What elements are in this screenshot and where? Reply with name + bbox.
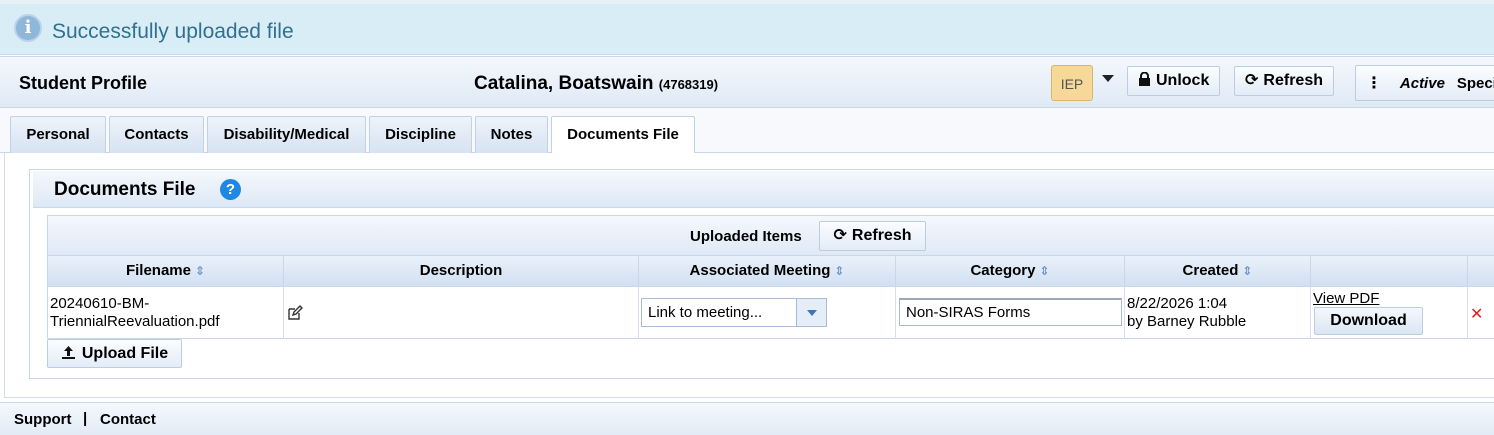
chevron-down-icon[interactable] (1102, 75, 1114, 82)
meeting-select[interactable]: Link to meeting... (641, 298, 827, 327)
tab-contacts[interactable]: Contacts (109, 116, 204, 153)
tab-discipline[interactable]: Discipline (369, 116, 472, 153)
edit-icon[interactable] (287, 305, 303, 326)
table-cell (284, 287, 639, 339)
contact-link[interactable]: Contact (100, 411, 156, 428)
refresh-items-button[interactable]: ⟳ Refresh (819, 221, 926, 251)
status-label: Active (1399, 75, 1445, 92)
tab-bar: Personal Contacts Disability/Medical Dis… (0, 108, 1494, 154)
lock-icon (1139, 71, 1150, 86)
column-header-category[interactable]: Category ⇕ (896, 256, 1125, 287)
unlock-button[interactable]: Unlock (1127, 66, 1221, 96)
delete-icon[interactable]: ✕ (1470, 304, 1483, 324)
documents-header: Documents File ? (33, 171, 1494, 208)
column-header-label: Created (1182, 262, 1239, 279)
column-header-label: Description (419, 262, 503, 279)
sort-icon[interactable]: ⇕ (195, 264, 205, 278)
footer: Support | Contact (0, 402, 1494, 435)
status-box[interactable]: ⋮ Active Specia (1355, 65, 1494, 101)
view-pdf-link[interactable]: View PDF (1313, 290, 1379, 307)
footer-separator: | (83, 410, 88, 427)
student-id: (4768319) (658, 77, 719, 92)
refresh-icon: ⟳ (833, 227, 847, 244)
page-title: Student Profile (19, 73, 148, 93)
created-date: 8/22/2026 1:04 (1127, 295, 1228, 312)
info-icon: i (14, 14, 42, 42)
refresh-label: Refresh (1263, 72, 1323, 89)
column-header-associated-meeting[interactable]: Associated Meeting ⇕ (639, 256, 896, 287)
column-header-label: Category (970, 262, 1036, 279)
alert-message: Successfully uploaded file (52, 20, 294, 43)
profile-header: Student Profile Catalina, Boatswain (476… (0, 56, 1494, 108)
meeting-select-value: Link to meeting... (648, 304, 763, 321)
column-header-label: Filename (125, 262, 191, 279)
upload-icon (61, 346, 75, 359)
iep-folder-icon[interactable]: IEP (1051, 65, 1093, 101)
tab-documents-file[interactable]: Documents File (551, 116, 695, 154)
sort-icon[interactable]: ⇕ (1242, 264, 1252, 278)
uploaded-items-bar: Uploaded Items ⟳ Refresh (48, 216, 1494, 256)
category-field[interactable]: Non-SIRAS Forms (899, 298, 1122, 326)
documents-title: Documents File (54, 179, 196, 200)
upload-file-button[interactable]: Upload File (47, 339, 182, 368)
tab-disability-medical[interactable]: Disability/Medical (207, 116, 366, 153)
upload-file-label: Upload File (81, 345, 169, 362)
uploaded-items-label: Uploaded Items (690, 228, 802, 245)
created-by: by Barney Rubble (1127, 313, 1247, 330)
kebab-menu-icon[interactable]: ⋮ (1366, 75, 1382, 92)
student-name: Catalina, Boatswain (4768319) (474, 73, 718, 95)
status-extra: Specia (1456, 75, 1494, 92)
created-cell: 8/22/2026 1:04 by Barney Rubble (1127, 295, 1246, 331)
download-button[interactable]: Download (1314, 307, 1423, 335)
sort-icon[interactable]: ⇕ (1039, 264, 1049, 278)
unlock-label: Unlock (1156, 72, 1210, 89)
help-icon[interactable]: ? (220, 179, 241, 200)
student-name-text: Catalina, Boatswain (474, 73, 654, 94)
column-header-filename[interactable]: Filename ⇕ (48, 256, 284, 287)
filename-cell: 20240610-BM- TriennialReevaluation.pdf (50, 295, 220, 331)
chevron-down-icon (807, 310, 817, 316)
success-alert: i Successfully uploaded file (0, 0, 1494, 55)
refresh-items-label: Refresh (851, 227, 912, 244)
column-header-actions (1311, 256, 1468, 287)
tab-notes[interactable]: Notes (475, 116, 548, 153)
filename-line: 20240610-BM- (50, 295, 150, 312)
column-header-delete (1468, 256, 1494, 287)
column-header-label: Associated Meeting (689, 262, 831, 279)
tab-personal[interactable]: Personal (10, 116, 106, 153)
support-link[interactable]: Support (14, 411, 72, 428)
sort-icon[interactable]: ⇕ (834, 264, 844, 278)
column-header-created[interactable]: Created ⇕ (1125, 256, 1311, 287)
filename-line: TriennialReevaluation.pdf (50, 313, 220, 330)
refresh-icon: ⟳ (1245, 72, 1259, 89)
refresh-button[interactable]: ⟳ Refresh (1234, 66, 1334, 96)
dropdown-arrow[interactable] (796, 299, 826, 326)
column-header-description: Description (284, 256, 639, 287)
